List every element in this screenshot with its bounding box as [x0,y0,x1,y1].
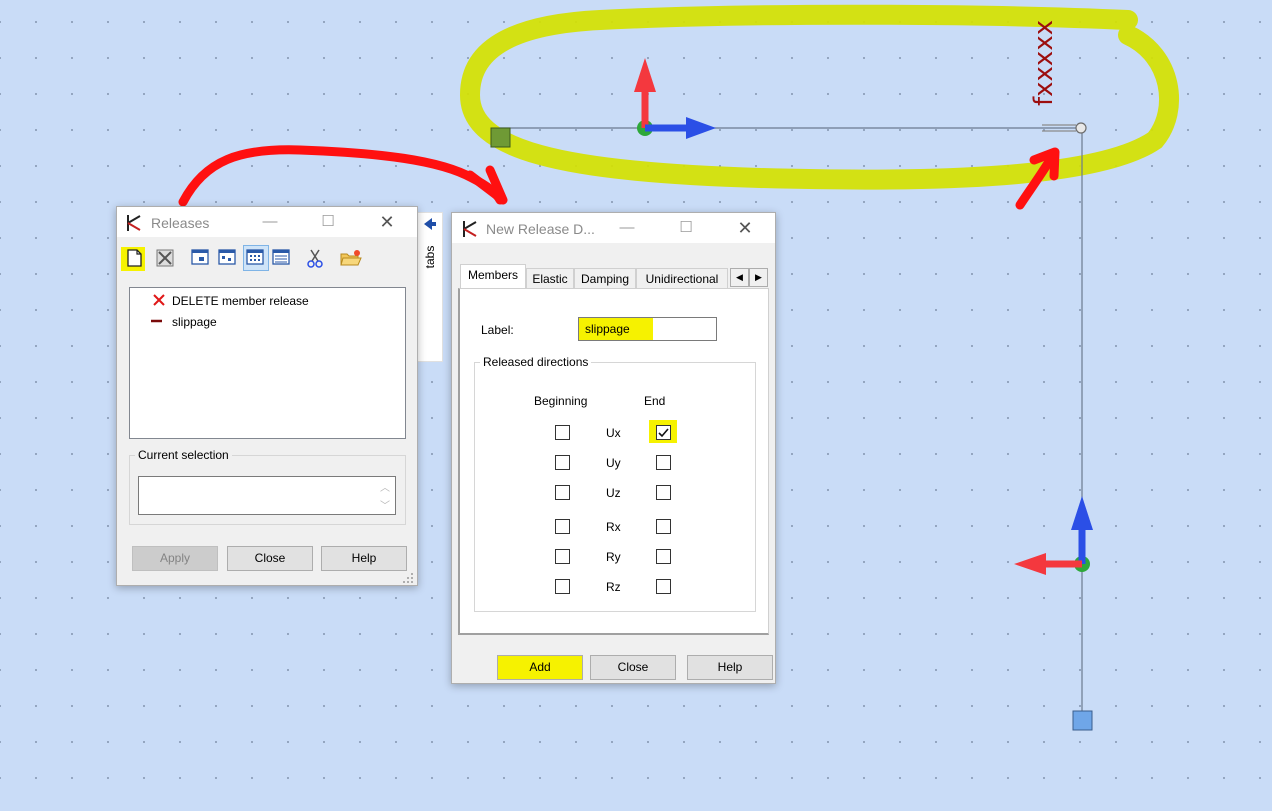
resize-grip-icon[interactable] [403,573,414,584]
member-label: fxxxxx [1029,19,1059,106]
ry-end-checkbox[interactable] [656,549,671,564]
uy-end-checkbox[interactable] [656,455,671,470]
app-logo-icon [461,220,479,238]
apply-button[interactable]: Apply [132,546,218,571]
maximize-button[interactable]: ☐ [317,211,339,233]
rx-label: Rx [606,520,621,534]
node-bottom-support[interactable] [1072,710,1093,731]
tab-damping[interactable]: Damping [574,268,636,289]
scroll-down-icon[interactable]: ﹀ [380,497,390,512]
ux-end-checkbox[interactable] [656,425,671,440]
list-item[interactable]: DELETE member release [130,291,405,311]
red-curved-arrow-annotation [178,145,505,207]
minimize-button[interactable]: — [259,211,281,233]
red-arrowhead-left [465,165,508,205]
column-beginning-label: Beginning [534,394,588,408]
current-selection-label: Current selection [135,448,232,462]
list-view-icon[interactable] [272,249,290,265]
list-item-label: slippage [172,315,217,329]
label-caption: Label: [481,323,514,337]
rz-beginning-checkbox[interactable] [555,579,570,594]
side-tab-panel[interactable]: tabs [417,212,443,362]
side-tab-label: tabs [423,245,437,269]
close-window-button[interactable]: ✕ [734,217,756,239]
uz-beginning-checkbox[interactable] [555,485,570,500]
open-folder-icon[interactable] [340,249,362,267]
new-release-titlebar[interactable]: New Release D... — ☐ ✕ [452,213,775,243]
releases-window[interactable]: Releases — ☐ ✕ DELETE member release sli… [116,206,418,586]
scroll-up-icon[interactable]: ︿ [380,479,390,494]
ux-label: Ux [606,426,621,440]
axis-gizmo-bottom [1014,496,1093,575]
uy-label: Uy [606,456,621,470]
minimize-button[interactable]: — [616,217,638,239]
arrow-left-icon[interactable] [423,217,437,231]
help-button[interactable]: Help [321,546,407,571]
close-window-button[interactable]: ✕ [376,211,398,233]
rz-label: Rz [606,580,621,594]
uy-beginning-checkbox[interactable] [555,455,570,470]
tab-members[interactable]: Members [460,264,526,288]
list-item[interactable]: slippage [130,312,405,332]
current-selection-field[interactable]: ︿ ﹀ [138,476,396,515]
label-input-value: slippage [585,322,630,336]
cut-icon[interactable] [307,248,323,268]
column-end-label: End [644,394,666,408]
node-left-support[interactable] [490,127,511,148]
ry-label: Ry [606,550,621,564]
delete-x-icon [153,294,165,306]
uz-label: Uz [606,486,621,500]
list-item-label: DELETE member release [172,294,309,308]
highlight-ellipse-annotation [459,4,1179,190]
help-button[interactable]: Help [687,655,773,680]
tab-elastic[interactable]: Elastic [526,268,574,289]
new-release-window[interactable]: New Release D... — ☐ ✕ Members Elastic D… [451,212,776,684]
tab-unidirectional[interactable]: Unidirectional [636,268,728,289]
released-directions-title: Released directions [480,355,592,369]
tab-scroll-left-button[interactable]: ◀ [730,268,749,287]
app-logo-icon [125,214,143,232]
axis-gizmo-top [634,58,716,139]
uz-end-checkbox[interactable] [656,485,671,500]
rx-end-checkbox[interactable] [656,519,671,534]
check-icon [658,428,669,438]
close-button[interactable]: Close [227,546,313,571]
label-input[interactable]: slippage [578,317,717,341]
maximize-button[interactable]: ☐ [675,217,697,239]
tab-scroll-right-button[interactable]: ▶ [749,268,768,287]
view-3-icon[interactable] [246,249,264,265]
releases-titlebar[interactable]: Releases — ☐ ✕ [117,207,417,237]
ry-beginning-checkbox[interactable] [555,549,570,564]
delete-icon[interactable] [155,248,175,268]
rx-beginning-checkbox[interactable] [555,519,570,534]
view-2-icon[interactable] [218,249,236,265]
close-button[interactable]: Close [590,655,676,680]
releases-title: Releases [151,215,210,231]
view-1-icon[interactable] [191,249,209,265]
rz-end-checkbox[interactable] [656,579,671,594]
releases-list[interactable]: DELETE member release slippage [129,287,406,439]
new-release-title: New Release D... [486,221,595,237]
add-button[interactable]: Add [497,655,583,680]
release-line-icon [151,319,162,323]
new-document-icon[interactable] [127,249,143,267]
ux-beginning-checkbox[interactable] [555,425,570,440]
